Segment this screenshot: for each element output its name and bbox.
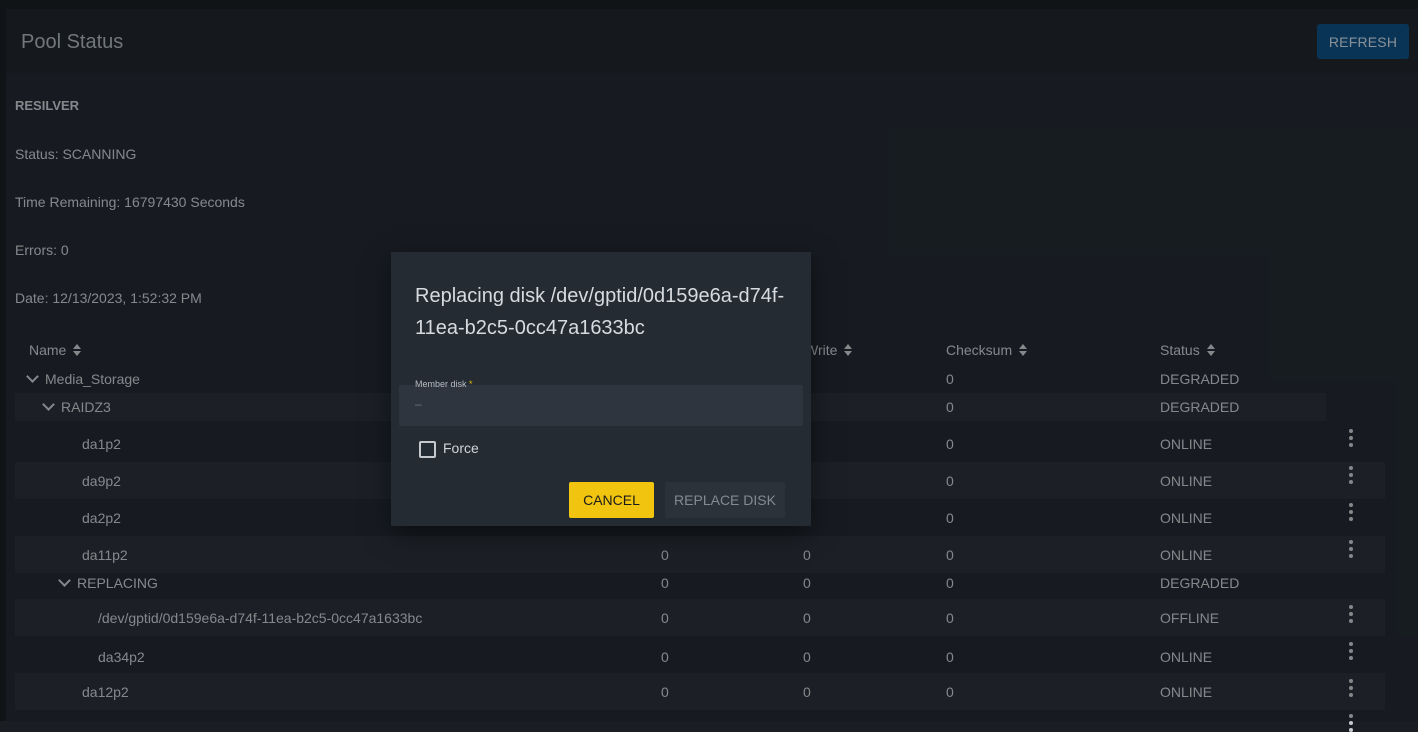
member-disk-label-text: Member disk (415, 379, 467, 389)
cancel-button[interactable]: CANCEL (569, 482, 654, 518)
replace-disk-dialog: Replacing disk /dev/gptid/0d159e6a-d74f-… (391, 252, 811, 526)
force-checkbox[interactable] (419, 441, 436, 458)
member-disk-value: – (415, 397, 422, 411)
dialog-title: Replacing disk /dev/gptid/0d159e6a-d74f-… (415, 285, 785, 339)
force-label[interactable]: Force (443, 440, 479, 456)
member-disk-label: Member disk * (415, 379, 473, 389)
required-mark: * (469, 379, 473, 389)
replace-disk-button[interactable]: REPLACE DISK (665, 482, 785, 518)
member-disk-select[interactable]: – (399, 385, 803, 426)
